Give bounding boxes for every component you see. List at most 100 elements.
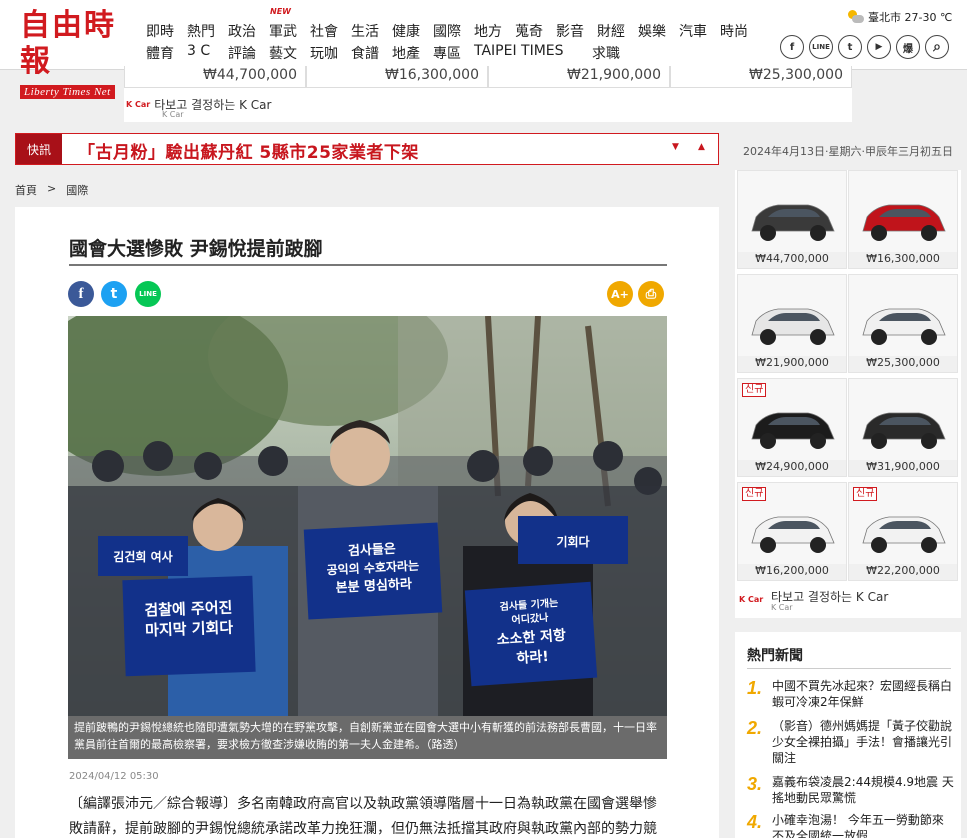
font-size-icon[interactable]: A+: [607, 281, 633, 307]
facebook-icon[interactable]: f: [780, 35, 804, 59]
new-listing-badge: 신규: [742, 487, 767, 501]
logo-main-text: 自由時報: [20, 8, 116, 79]
twitter-icon[interactable]: t: [838, 35, 862, 59]
ticker-down-icon[interactable]: ▼: [672, 142, 679, 152]
breadcrumb-world[interactable]: 國際: [66, 182, 88, 198]
breaking-label: 快訊: [16, 134, 62, 164]
nav-item-video[interactable]: 影音: [556, 21, 597, 41]
nav-item-finance[interactable]: 財經: [597, 21, 638, 41]
svg-text:검사들은: 검사들은: [348, 541, 397, 559]
ad-car-card[interactable]: ₩25,300,000: [848, 274, 958, 373]
nav-item-estate[interactable]: 地產: [392, 43, 433, 63]
ad-car-price: ₩31,900,000: [849, 460, 957, 476]
hot-news-item[interactable]: 1. 中國不買先冰起來？宏國經長稱白蝦可冷凍2年保鮮: [747, 678, 955, 710]
sidebar-ad[interactable]: ⓘ ✕ ₩44,700,000₩16,300,000₩21,900,000₩25…: [735, 170, 961, 618]
ad-car-price: ₩24,900,000: [738, 460, 846, 476]
ad-car-card[interactable]: 신규 ₩22,200,000: [848, 482, 958, 581]
nav-item-recipes[interactable]: 食譜: [351, 43, 392, 63]
main-nav-row-1: 即時 熱門 政治 NEW 軍武 社會 生活 健康 國際 地方 蒐奇 影音 財經 娛…: [146, 7, 761, 41]
nav-item-art[interactable]: 藝文: [269, 43, 310, 63]
nav-item-jobs[interactable]: 求職: [592, 43, 633, 63]
ad-car-price: ₩25,300,000: [849, 356, 957, 372]
nav-item-auto[interactable]: 汽車: [679, 21, 720, 41]
main-nav-row-2: 體育 3 C 評論 藝文 玩咖 食譜 地產 專區 TAIPEI TIMES 求職: [146, 43, 633, 63]
car-image: [862, 412, 946, 449]
breadcrumb-home[interactable]: 首頁: [15, 182, 37, 198]
nav-item-sports[interactable]: 體育: [146, 43, 187, 63]
car-image: [862, 204, 946, 241]
nav-item-society[interactable]: 社會: [310, 21, 351, 41]
hot-news-divider: [747, 668, 951, 669]
nav-item-politics[interactable]: 政治: [228, 21, 269, 41]
hot-news-headline[interactable]: 中國不買先冰起來？宏國經長稱白蝦可冷凍2年保鮮: [772, 678, 955, 710]
social-links: f LINE t ▶ 爆 ⌕: [780, 35, 949, 59]
search-icon[interactable]: ⌕: [925, 35, 949, 59]
share-facebook-icon[interactable]: f: [68, 281, 94, 307]
ad-brand[interactable]: K Car 타보고 결정하는 K Car: [126, 96, 271, 113]
kcar-logo: K Car: [739, 595, 764, 604]
nav-item-life[interactable]: 生活: [351, 21, 392, 41]
svg-text:검찰에 주어진: 검찰에 주어진: [144, 598, 233, 619]
site-logo[interactable]: 自由時報 Liberty Times Net: [20, 8, 140, 99]
youtube-icon[interactable]: ▶: [867, 35, 891, 59]
hot-news-item[interactable]: 3. 嘉義布袋凌晨2:44規模4.9地震 天搖地動民眾驚慌: [747, 774, 955, 806]
car-image: [862, 308, 946, 345]
breaking-news-ticker[interactable]: 快訊 「古月粉」驗出蘇丹紅 5縣市25家業者下架 ▼ ▲: [15, 133, 719, 165]
ticker-up-icon[interactable]: ▲: [698, 142, 705, 152]
svg-text:기회다: 기회다: [556, 534, 589, 549]
hot-news-title: 熱門新聞: [747, 648, 803, 664]
ad-car-card[interactable]: 신규 ₩16,200,000: [737, 482, 847, 581]
explosive-news-icon[interactable]: 爆: [896, 35, 920, 59]
hot-news-headline[interactable]: （影音）德州媽媽提「黃子佼勸說少女全裸拍攝」手法！會播讓光引關注: [772, 718, 955, 766]
nav-item-popular[interactable]: 熱門: [187, 21, 228, 41]
nav-item-opinion[interactable]: 評論: [228, 43, 269, 63]
title-divider: [69, 264, 667, 266]
article-photo: 검사들은 공익의 수호자라는 본분 명심하라 검찰에 주어진 마지막 기회다 검…: [68, 316, 667, 716]
breaking-headline[interactable]: 「古月粉」驗出蘇丹紅 5縣市25家業者下架: [78, 138, 419, 163]
nav-item-entertainment[interactable]: 娛樂: [638, 21, 679, 41]
weather-widget[interactable]: 臺北市 27-30 ℃: [848, 9, 952, 25]
nav-item-world[interactable]: 國際: [433, 21, 474, 41]
share-line-icon[interactable]: LINE: [135, 281, 161, 307]
top-ad-banner[interactable]: ₩44,700,000 ₩16,300,000 ₩21,900,000 ₩25,…: [124, 66, 852, 122]
ad-price[interactable]: ₩25,300,000: [670, 66, 852, 88]
svg-text:하라!: 하라!: [516, 648, 549, 667]
ad-price[interactable]: ₩44,700,000: [124, 66, 306, 88]
print-icon[interactable]: ⎙: [638, 281, 664, 307]
ad-price[interactable]: ₩16,300,000: [306, 66, 488, 88]
nav-item-health[interactable]: 健康: [392, 21, 433, 41]
svg-text:김건희 여사: 김건희 여사: [113, 549, 172, 564]
ad-car-card[interactable]: ₩44,700,000: [737, 170, 847, 269]
new-listing-badge: 신규: [742, 383, 767, 397]
nav-item-taipei-times[interactable]: TAIPEI TIMES: [474, 43, 592, 63]
nav-item-instant[interactable]: 即時: [146, 21, 187, 41]
car-image: [862, 516, 946, 553]
ad-price[interactable]: ₩21,900,000: [488, 66, 670, 88]
nav-item-play[interactable]: 玩咖: [310, 43, 351, 63]
ad-car-card[interactable]: ₩16,300,000: [848, 170, 958, 269]
article-body: 〔編譯張沛元／綜合報導〕多名南韓政府高官以及執政黨領導階層十一日為執政黨在國會選…: [69, 796, 657, 837]
hot-news-item[interactable]: 2. （影音）德州媽媽提「黃子佼勸說少女全裸拍攝」手法！會播讓光引關注: [747, 718, 955, 766]
ad-brand-sub: K Car: [162, 110, 184, 119]
nav-item-military[interactable]: NEW 軍武: [269, 7, 310, 41]
new-listing-badge: 신규: [853, 487, 878, 501]
hot-news-item[interactable]: 4. 小確幸泡湯！ 今年五一勞動節來不及全國統一放假: [747, 812, 955, 838]
site-header: 自由時報 Liberty Times Net 即時 熱門 政治 NEW 軍武 社會…: [0, 0, 967, 99]
ad-car-card[interactable]: ₩21,900,000: [737, 274, 847, 373]
breadcrumb: 首頁 > 國際: [15, 182, 88, 198]
line-icon[interactable]: LINE: [809, 35, 833, 59]
ad-brand-sub: K Car: [771, 603, 793, 612]
car-image: [751, 412, 835, 449]
nav-item-local[interactable]: 地方: [474, 21, 515, 41]
share-twitter-icon[interactable]: t: [101, 281, 127, 307]
kcar-logo: K Car: [126, 100, 151, 109]
nav-item-special[interactable]: 專區: [433, 43, 474, 63]
nav-item-odd[interactable]: 蒐奇: [515, 21, 556, 41]
nav-item-3c[interactable]: 3 C: [187, 43, 228, 63]
hot-news-headline[interactable]: 小確幸泡湯！ 今年五一勞動節來不及全國統一放假: [772, 812, 955, 838]
ad-car-card[interactable]: 신규 ₩24,900,000: [737, 378, 847, 477]
nav-item-fashion[interactable]: 時尚: [720, 21, 761, 41]
protest-photo: 검사들은 공익의 수호자라는 본분 명심하라 검찰에 주어진 마지막 기회다 검…: [68, 316, 667, 716]
ad-car-card[interactable]: ₩31,900,000: [848, 378, 958, 477]
hot-news-headline[interactable]: 嘉義布袋凌晨2:44規模4.9地震 天搖地動民眾驚慌: [772, 774, 955, 806]
